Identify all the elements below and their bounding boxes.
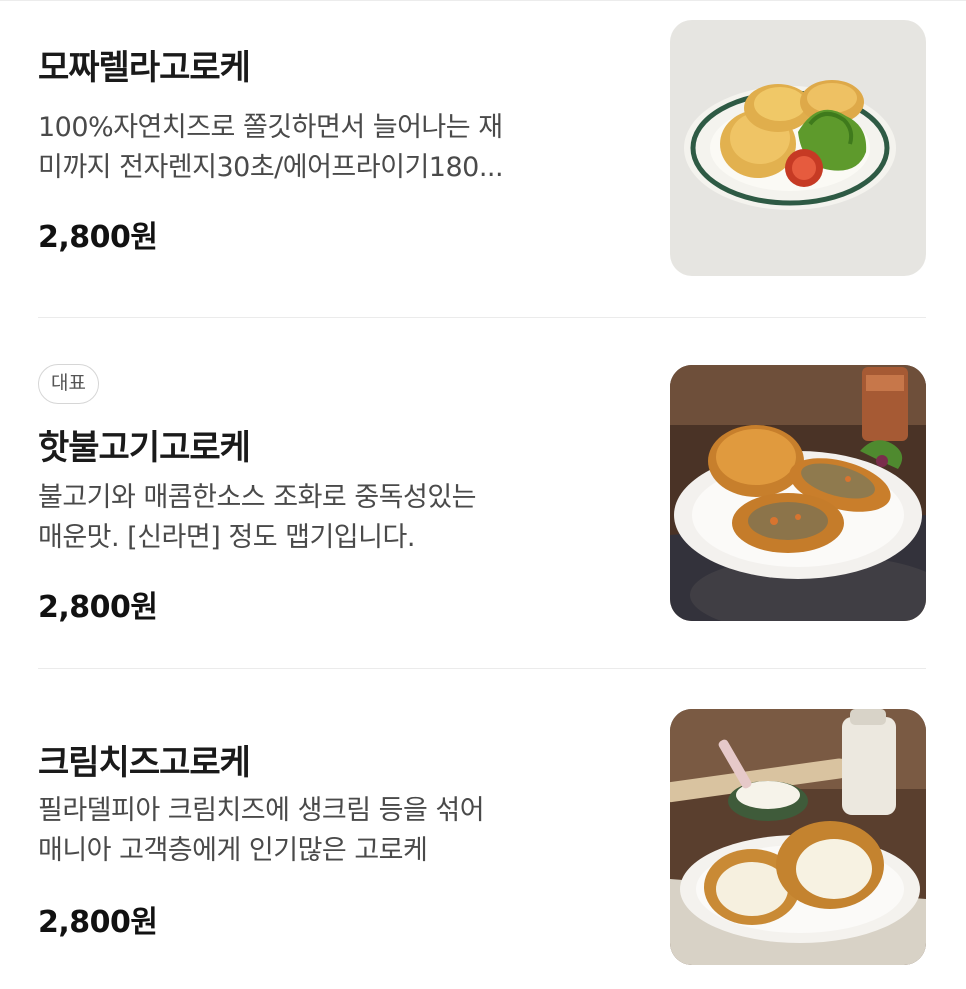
menu-item-price: 2,800원 bbox=[38, 590, 158, 625]
signature-badge: 대표 bbox=[38, 364, 99, 404]
menu-item-hot-bulgogi[interactable]: 대표 핫불고기고로케 불고기와 매콤한소스 조화로 중독성있는 매운맛. [신라… bbox=[38, 318, 926, 669]
menu-item-name: 모짜렐라고로케 bbox=[38, 48, 251, 88]
description-line: 필라델피아 크림치즈에 생크림 등을 섞어 bbox=[38, 795, 485, 826]
menu-item-name: 핫불고기고로케 bbox=[38, 428, 251, 468]
menu-item-mozzarella[interactable]: 모짜렐라고로케 100%자연치즈로 쫄깃하면서 늘어나는 재 미까지 전자렌지3… bbox=[38, 0, 926, 318]
description-line: 불고기와 매콤한소스 조화로 중독성있는 bbox=[38, 482, 477, 513]
menu-item-description: 불고기와 매콤한소스 조화로 중독성있는 매운맛. [신라면] 정도 맵기입니다… bbox=[38, 478, 638, 558]
description-line: 미까지 전자렌지30초/에어프라이기180... bbox=[38, 152, 504, 183]
description-line: 매니아 고객층에게 인기많은 고로케 bbox=[38, 835, 428, 866]
description-line: 100%자연치즈로 쫄깃하면서 늘어나는 재 bbox=[38, 112, 503, 143]
menu-item-price: 2,800원 bbox=[38, 905, 158, 940]
mozzarella-croquette-photo[interactable] bbox=[670, 20, 926, 276]
menu-item-cream-cheese[interactable]: 크림치즈고로케 필라델피아 크림치즈에 생크림 등을 섞어 매니아 고객층에게 … bbox=[38, 669, 926, 989]
menu-item-description: 100%자연치즈로 쫄깃하면서 늘어나는 재 미까지 전자렌지30초/에어프라이… bbox=[38, 108, 638, 188]
menu-item-name: 크림치즈고로케 bbox=[38, 743, 251, 783]
menu-item-price: 2,800원 bbox=[38, 220, 158, 255]
description-line: 매운맛. [신라면] 정도 맵기입니다. bbox=[38, 522, 415, 553]
cream-cheese-croquette-photo[interactable] bbox=[670, 709, 926, 965]
hot-bulgogi-croquette-photo[interactable] bbox=[670, 365, 926, 621]
menu-item-description: 필라델피아 크림치즈에 생크림 등을 섞어 매니아 고객층에게 인기많은 고로케 bbox=[38, 791, 638, 871]
